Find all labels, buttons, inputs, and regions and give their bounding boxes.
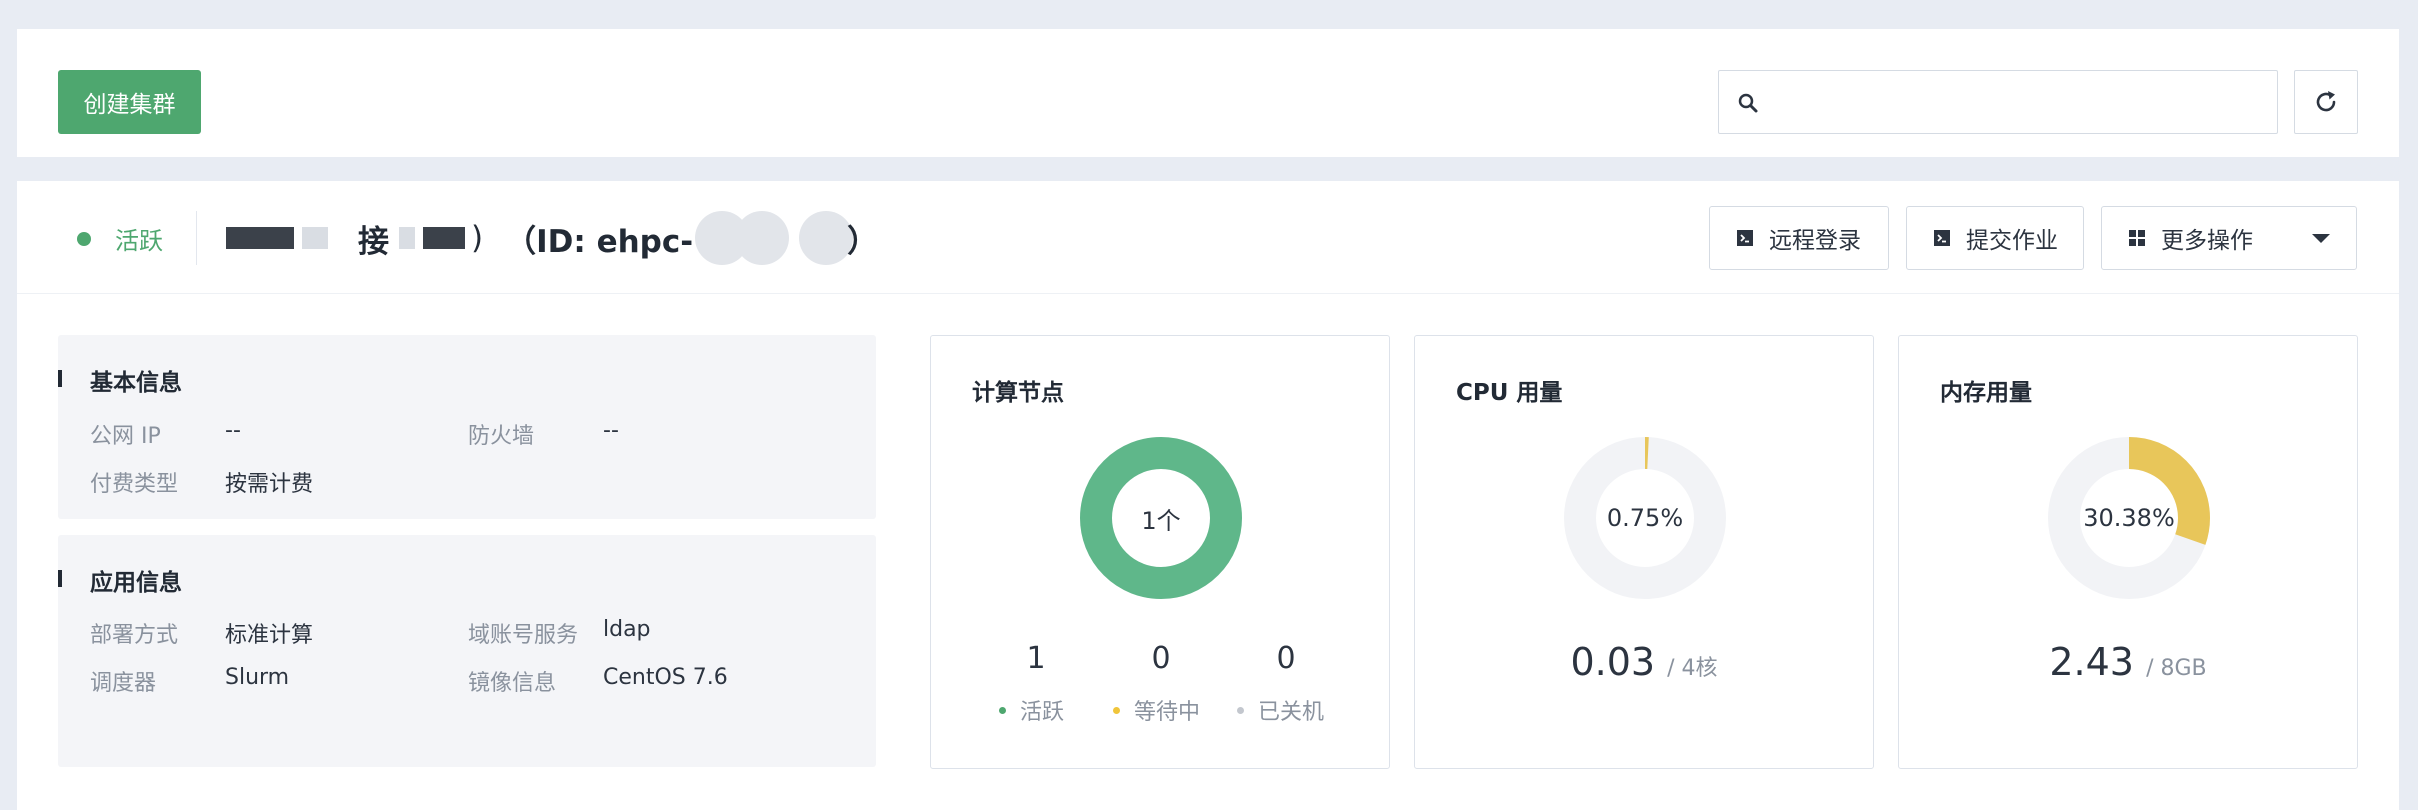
section-marker <box>58 570 62 587</box>
firewall-row: 防火墙 <box>468 418 534 450</box>
more-actions-dropdown[interactable]: 更多操作 <box>2101 206 2357 270</box>
domain-label: 域账号服务 <box>468 617 578 649</box>
refresh-button[interactable] <box>2294 70 2358 134</box>
legend-stopped-label: 已关机 <box>1258 700 1325 725</box>
public-ip-row: 公网 IP <box>90 418 161 450</box>
status-dot-icon <box>77 231 91 246</box>
legend-dot-icon <box>1113 706 1120 714</box>
memory-usage-value: 2.43 / 8GB <box>1899 640 2357 684</box>
stopped-count: 0 <box>1276 641 1296 676</box>
cluster-id-suffix: ） <box>847 223 879 260</box>
firewall-label: 防火墙 <box>468 424 535 449</box>
scheduler-label-text: 调度器 <box>90 671 157 696</box>
deploy-value-text: 标准计算 <box>225 623 314 648</box>
cluster-id-prefix: （ID: ehpc- <box>505 223 694 260</box>
submit-job-button[interactable]: 提交作业 <box>1906 206 2084 270</box>
search-icon <box>1738 93 1758 113</box>
app-info-title: 应用信息 <box>90 570 182 596</box>
status-label: 活跃 <box>115 227 163 255</box>
create-cluster-button[interactable]: 创建集群 <box>58 70 201 134</box>
divider <box>196 211 197 265</box>
image-label: 镜像信息 <box>468 665 556 697</box>
billing-value-text: 按需计费 <box>225 472 314 497</box>
toolbar: 创建集群 <box>17 29 2399 157</box>
memory-usage-card: 内存用量 30.38% 2.43 / 8GB <box>1898 335 2358 769</box>
cluster-header: 活跃 接 ) （ID: ehpc- ） 远程登录 提交作业 更多操作 <box>17 181 2399 294</box>
image-value-text: CentOS 7.6 <box>603 665 728 690</box>
basic-info-card: 基本信息 公网 IP -- 防火墙 -- 付费类型 按需计费 <box>58 335 876 519</box>
more-actions-label: 更多操作 <box>2161 228 2253 254</box>
legend-pending: 等待中 <box>1113 694 1200 726</box>
image-label-text: 镜像信息 <box>468 671 557 696</box>
cpu-usage-number: 0.03 <box>1570 640 1656 684</box>
firewall-value: -- <box>603 418 619 443</box>
legend-pending-label: 等待中 <box>1134 700 1201 725</box>
redacted-block <box>399 227 415 249</box>
redacted-blob <box>735 211 790 265</box>
redacted-block <box>423 227 465 249</box>
search-input[interactable] <box>1769 79 2259 125</box>
app-info-card: 应用信息 部署方式 标准计算 域账号服务 ldap 调度器 Slurm 镜像信息… <box>58 535 876 767</box>
public-ip-value-text: -- <box>225 418 241 443</box>
cpu-usage-center: 0.75% <box>1606 504 1684 532</box>
memory-usage-unit: / 8GB <box>2146 656 2207 681</box>
search-box[interactable] <box>1718 70 2278 134</box>
active-count: 1 <box>1026 641 1046 676</box>
cpu-usage-card: CPU 用量 0.75% 0.03 / 4核 <box>1414 335 1874 769</box>
legend-active-label: 活跃 <box>1020 700 1065 725</box>
basic-info-title: 基本信息 <box>90 370 182 396</box>
billing-row: 付费类型 <box>90 466 178 498</box>
remote-login-label: 远程登录 <box>1769 228 1861 254</box>
remote-login-button[interactable]: 远程登录 <box>1709 206 1889 270</box>
deploy-label: 部署方式 <box>90 617 178 649</box>
redacted-block <box>302 227 328 249</box>
legend-stopped: 已关机 <box>1237 694 1324 726</box>
cpu-usage-title: CPU 用量 <box>1456 380 1563 406</box>
pending-count: 0 <box>1151 641 1171 676</box>
grid-icon <box>2129 230 2145 246</box>
scheduler-value-text: Slurm <box>225 665 290 690</box>
compute-nodes-center: 1个 <box>1141 506 1181 535</box>
caret-down-icon <box>2312 234 2330 243</box>
memory-usage-title: 内存用量 <box>1940 380 2032 406</box>
submit-job-label: 提交作业 <box>1966 228 2058 254</box>
terminal-icon <box>1737 230 1753 246</box>
cpu-usage-unit: / 4核 <box>1667 656 1718 681</box>
public-ip-value: -- <box>225 418 241 443</box>
image-value: CentOS 7.6 <box>603 665 728 690</box>
domain-label-text: 域账号服务 <box>468 623 579 648</box>
section-marker <box>58 370 62 387</box>
billing-value: 按需计费 <box>225 466 313 498</box>
legend-active: 活跃 <box>999 694 1064 726</box>
billing-label: 付费类型 <box>90 472 179 497</box>
memory-usage-number: 2.43 <box>2049 640 2134 684</box>
deploy-label-text: 部署方式 <box>90 623 179 648</box>
cpu-usage-value: 0.03 / 4核 <box>1415 640 1873 684</box>
redacted-blob <box>799 211 854 265</box>
cluster-title: 接 ) （ID: ehpc- ） <box>222 211 878 265</box>
refresh-icon <box>2316 91 2336 112</box>
compute-nodes-card: 计算节点 1个 1 0 0 活跃 等待中 已关机 <box>930 335 1390 769</box>
scheduler-label: 调度器 <box>90 665 156 697</box>
cluster-panel: 活跃 接 ) （ID: ehpc- ） 远程登录 提交作业 更多操作 基本信息 … <box>17 181 2399 810</box>
redacted-block <box>226 227 294 249</box>
legend-dot-icon <box>1237 706 1244 714</box>
terminal-icon <box>1934 230 1950 246</box>
legend-dot-icon <box>999 706 1006 714</box>
scheduler-value: Slurm <box>225 665 289 690</box>
memory-usage-center: 30.38% <box>2083 504 2175 532</box>
compute-nodes-title: 计算节点 <box>972 380 1064 406</box>
status-badge: 活跃 <box>77 221 163 256</box>
cluster-name-fragment: 接 <box>358 223 389 260</box>
deploy-value: 标准计算 <box>225 617 313 649</box>
firewall-value-text: -- <box>603 418 619 443</box>
domain-value: ldap <box>603 617 651 642</box>
domain-value-text: ldap <box>603 617 651 642</box>
public-ip-label: 公网 IP <box>90 424 161 449</box>
